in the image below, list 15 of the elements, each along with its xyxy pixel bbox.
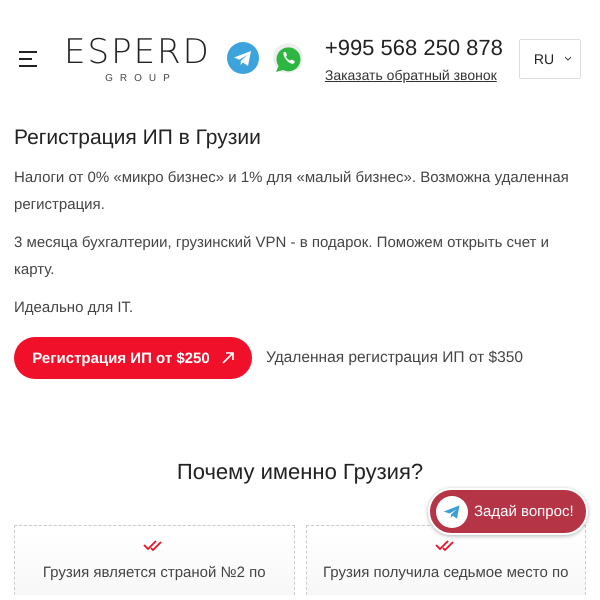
language-select[interactable]: RU — [518, 38, 581, 78]
ask-question-button[interactable]: Задай вопрос! — [428, 488, 588, 535]
page-title: Регистрация ИП в Грузии — [14, 126, 262, 150]
card-text: Грузия получила седьмое место по — [323, 564, 568, 581]
section-title: Почему именно Грузия? — [176, 459, 424, 485]
logo-subtitle: GROUP — [104, 73, 177, 84]
description-paragraph: Налоги от 0% «микро бизнес» и 1% для «малый бизнес». Возможна удаленная регистрация. — [14, 168, 570, 215]
callback-link[interactable]: Заказать обратный звонок — [324, 66, 503, 82]
logo[interactable]: ESPERD — [64, 33, 211, 71]
phone-number: +995 568 250 878 — [324, 34, 503, 60]
remote-registration-link[interactable]: Удаленная регистрация ИП от $350 — [266, 349, 524, 367]
description-paragraph: Идеально для IT. — [14, 298, 134, 318]
description-paragraph: 3 месяца бухгалтерии, грузинский VPN - в подарок. Поможем открыть счет и карту. — [14, 233, 550, 280]
registration-button[interactable]: Регистрация ИП от $250 — [14, 337, 252, 379]
card-text: Грузия является страной №2 по — [42, 564, 266, 581]
